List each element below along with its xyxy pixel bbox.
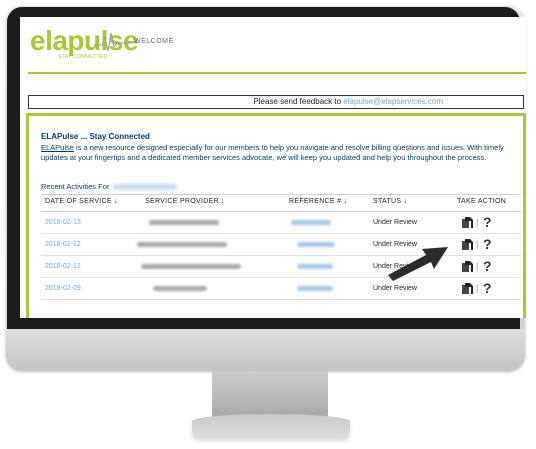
action-separator: | [476,239,479,249]
provider-redacted [137,242,227,247]
reference-redacted [297,286,333,291]
header-divider [28,72,526,74]
reference-redacted [297,242,335,247]
reference-redacted [291,220,331,225]
provider-redacted [141,264,241,269]
document-icon[interactable] [461,283,473,295]
member-name-redacted [113,184,178,191]
document-icon[interactable] [461,239,473,251]
provider-redacted [149,220,219,225]
question-mark-icon[interactable]: ? [483,236,492,252]
table-row: 2018-02-09 Under Review | ? [41,278,521,300]
table-row: 2018-02-13 Under Review | ? [41,212,521,234]
logo-tagline: STAY CONNECTED [58,54,108,60]
row-status: Under Review [373,285,417,292]
header-date-of-service[interactable]: DATE OF SERVICE ↓ [45,198,118,205]
question-mark-icon[interactable]: ? [483,258,492,274]
content-panel: ELAPulse ... Stay Connected ELAPulse is … [26,113,526,318]
action-separator: | [476,283,479,293]
row-date[interactable]: 2018-02-09 [45,285,81,292]
header-take-action: TAKE ACTION [457,198,507,205]
site-header: elapulse STAY CONNECTED WELCOME [20,17,526,77]
document-icon[interactable] [461,217,473,229]
intro-paragraph: ELAPulse is a new resource designed espe… [41,143,519,163]
header-status[interactable]: STATUS ↓ [373,198,407,205]
question-mark-icon[interactable]: ? [483,214,492,230]
intro-title: ELAPulse ... Stay Connected [41,132,150,141]
monitor-chin [6,329,525,371]
feedback-email-link[interactable]: elapulse@elapservices.com [343,97,443,106]
row-date[interactable]: 2018-02-13 [45,219,81,226]
arrow-pointer-icon [388,247,448,281]
row-date[interactable]: 2018-02-12 [45,241,81,248]
pulse-line-icon [94,32,130,52]
row-date[interactable]: 2018-02-12 [45,263,81,270]
question-mark-icon[interactable]: ? [483,280,492,296]
welcome-label: WELCOME [134,38,174,45]
intro-body: is a new resource designed especially fo… [41,143,504,162]
elapulse-link[interactable]: ELAPulse [41,143,74,152]
recent-activities-heading: Recent Activities For [41,182,178,191]
screen: elapulse STAY CONNECTED WELCOME Please s… [20,17,526,318]
header-service-provider[interactable]: SERVICE PROVIDER ↓ [145,198,225,205]
feedback-text: Please send feedback to [253,97,344,106]
monitor-stand-base [192,414,350,438]
reference-redacted [297,264,333,269]
row-status: Under Review [373,219,417,226]
table-header-row: DATE OF SERVICE ↓ SERVICE PROVIDER ↓ REF… [41,194,521,212]
provider-redacted [153,286,207,291]
recent-activities-label: Recent Activities For [41,182,110,191]
document-icon[interactable] [461,261,473,273]
monitor-stand-neck [212,371,328,417]
action-separator: | [476,261,479,271]
action-separator: | [476,217,479,227]
header-reference[interactable]: REFERENCE # ↓ [289,198,347,205]
feedback-bar: Please send feedback to elapulse@elapser… [28,95,524,109]
